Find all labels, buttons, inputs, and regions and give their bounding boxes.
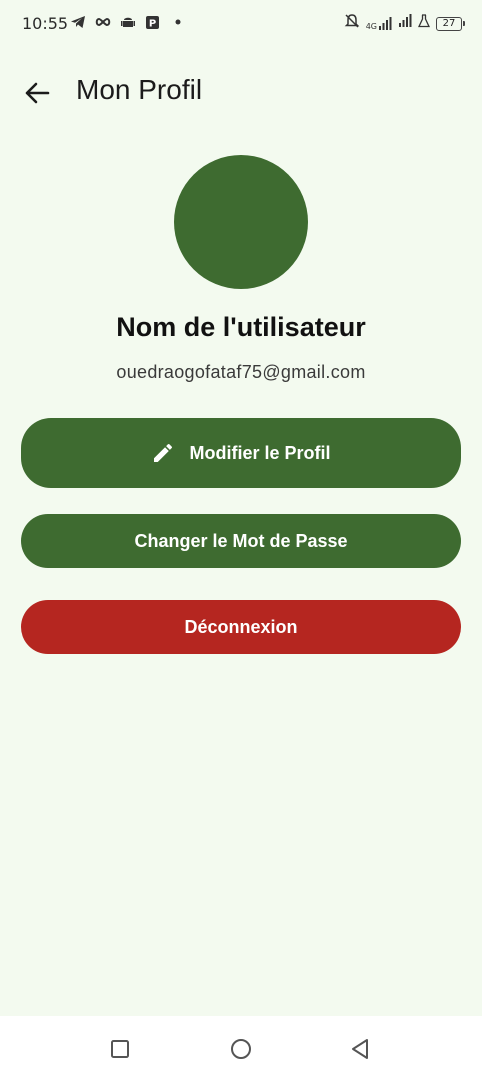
logout-label: Déconnexion bbox=[184, 616, 298, 637]
svg-text:P: P bbox=[149, 19, 156, 30]
signal-icon bbox=[398, 14, 412, 33]
battery-level: 27 bbox=[442, 18, 456, 29]
app-bar: Mon Profil bbox=[0, 60, 482, 124]
signal-icon: 4G bbox=[365, 16, 392, 31]
back-icon bbox=[352, 1039, 368, 1059]
notification-icons: P bbox=[70, 14, 186, 30]
recent-apps-icon bbox=[111, 1040, 129, 1058]
dot-icon bbox=[170, 14, 186, 30]
home-icon bbox=[231, 1039, 251, 1059]
recent-apps-button[interactable] bbox=[107, 1036, 133, 1062]
flask-icon bbox=[417, 14, 431, 33]
battery-icon: 27 bbox=[436, 16, 465, 31]
edit-profile-label: Modifier le Profil bbox=[189, 442, 331, 463]
android-icon bbox=[120, 14, 136, 30]
system-nav-bar bbox=[0, 1016, 482, 1080]
user-email: ouedraogofataf75@gmail.com bbox=[116, 362, 366, 382]
arrow-left-icon bbox=[25, 82, 50, 104]
status-time: 10:55 bbox=[22, 14, 69, 33]
status-bar: 10:55 P 4G 27 bbox=[0, 0, 482, 48]
network-type: 4G bbox=[365, 21, 377, 31]
avatar bbox=[174, 155, 308, 289]
home-button[interactable] bbox=[228, 1036, 254, 1062]
page-title: Mon Profil bbox=[76, 74, 203, 105]
edit-profile-button[interactable]: Modifier le Profil bbox=[21, 418, 461, 488]
pencil-icon bbox=[151, 441, 175, 465]
user-name: Nom de l'utilisateur bbox=[116, 312, 366, 342]
system-back-button[interactable] bbox=[347, 1036, 373, 1062]
silent-bell-icon bbox=[344, 13, 360, 34]
parking-icon: P bbox=[145, 14, 161, 30]
telegram-icon bbox=[70, 14, 86, 30]
infinity-icon bbox=[95, 14, 111, 30]
back-button[interactable] bbox=[20, 76, 54, 110]
system-icons: 4G 27 bbox=[344, 13, 465, 34]
change-password-button[interactable]: Changer le Mot de Passe bbox=[21, 514, 461, 568]
change-password-label: Changer le Mot de Passe bbox=[134, 530, 348, 551]
logout-button[interactable]: Déconnexion bbox=[21, 600, 461, 654]
